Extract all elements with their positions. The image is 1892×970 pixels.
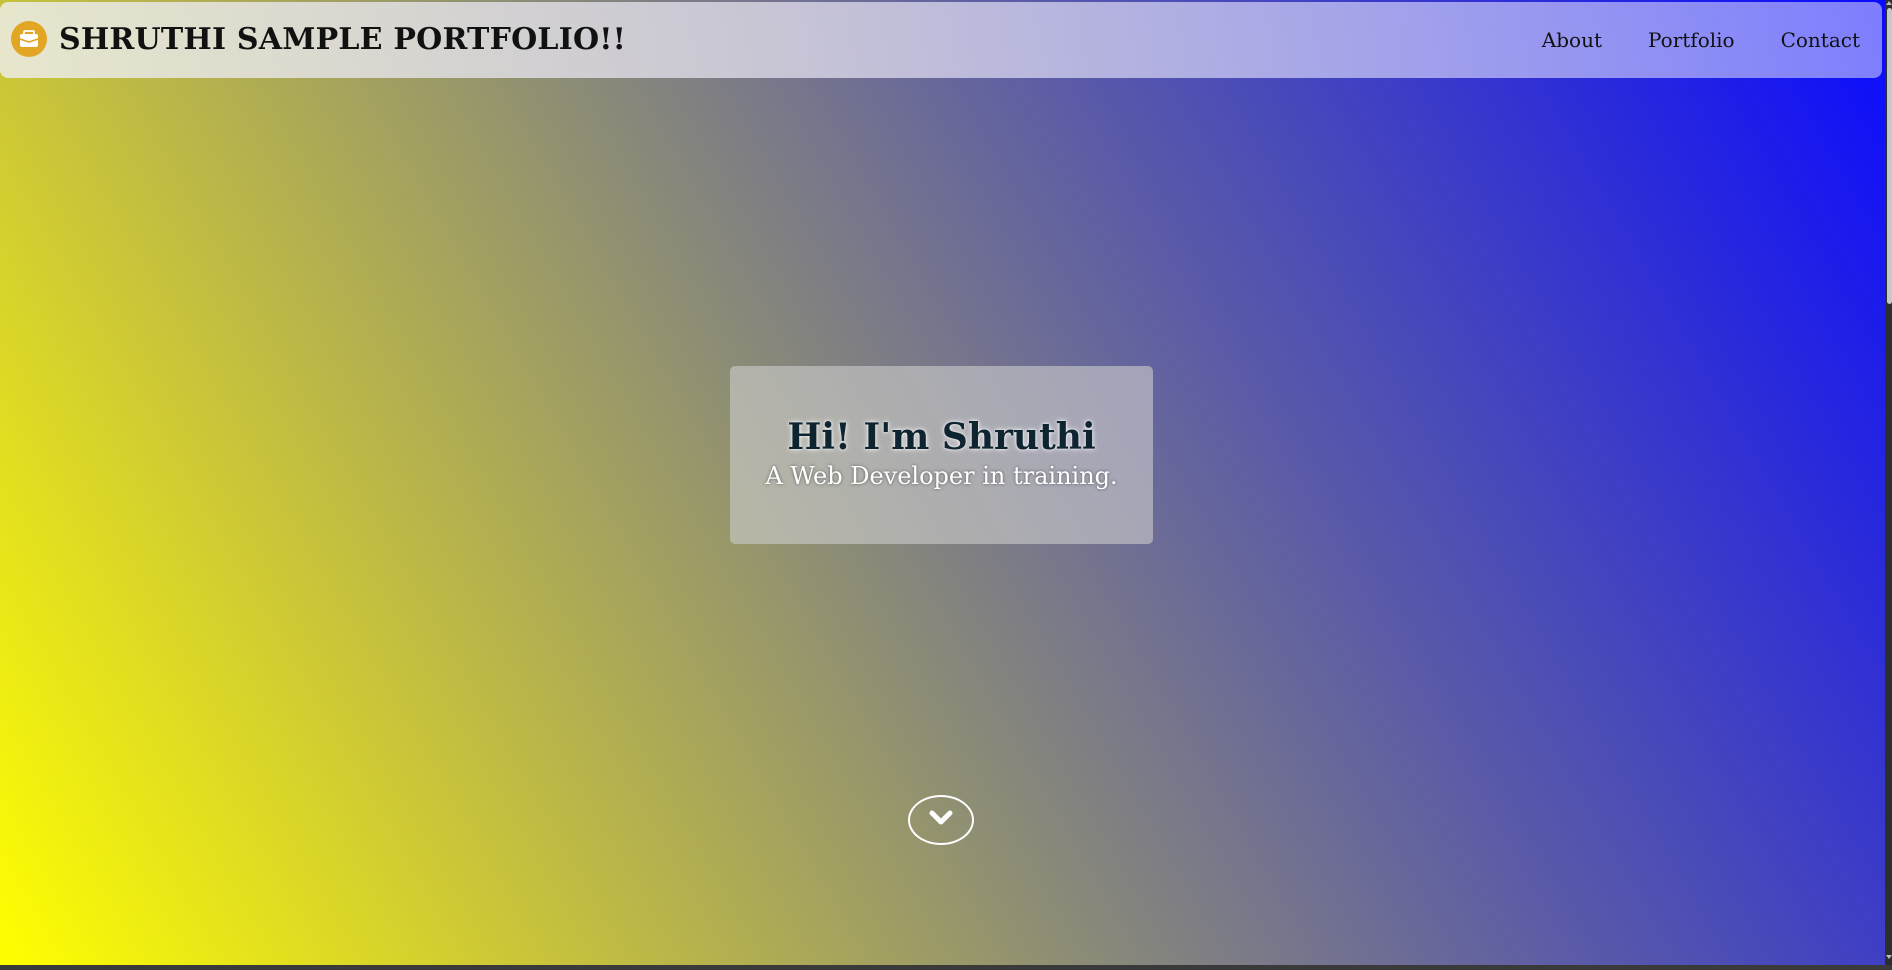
- briefcase-icon: [11, 21, 47, 57]
- scrollbar-thumb[interactable]: [1887, 8, 1892, 304]
- scroll-down-button[interactable]: [908, 795, 974, 845]
- hero-box: Hi! I'm Shruthi A Web Developer in train…: [730, 366, 1153, 544]
- chevron-down-icon: [928, 809, 954, 831]
- nav-link-portfolio[interactable]: Portfolio: [1648, 28, 1735, 52]
- scroll-down-arrow-icon[interactable]: [1886, 955, 1892, 959]
- page-viewport: SHRUTHI SAMPLE PORTFOLIO!! About Portfol…: [0, 0, 1885, 965]
- nav-link-about[interactable]: About: [1542, 28, 1602, 52]
- vertical-scrollbar[interactable]: [1885, 0, 1892, 965]
- nav-links: About Portfolio Contact: [1496, 28, 1860, 52]
- top-navbar: SHRUTHI SAMPLE PORTFOLIO!! About Portfol…: [0, 2, 1882, 78]
- brand-title: SHRUTHI SAMPLE PORTFOLIO!!: [59, 21, 627, 57]
- hero-subtitle: A Web Developer in training.: [765, 462, 1118, 490]
- scroll-up-arrow-icon[interactable]: [1886, 1, 1892, 5]
- brand[interactable]: SHRUTHI SAMPLE PORTFOLIO!!: [11, 21, 626, 57]
- hero-title: Hi! I'm Shruthi: [787, 416, 1096, 458]
- nav-link-contact[interactable]: Contact: [1781, 28, 1860, 52]
